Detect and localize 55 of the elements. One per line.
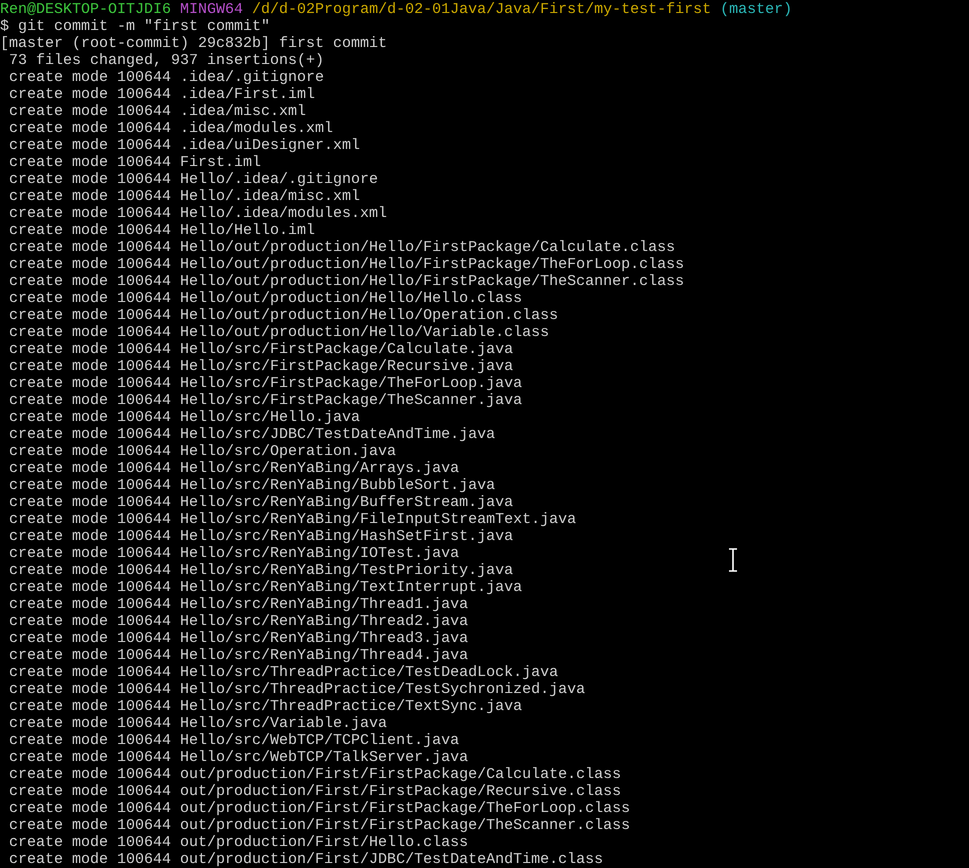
- output-line: create mode 100644 Hello/src/RenYaBing/Thread1.java: [9, 596, 468, 613]
- prompt-path: /d/d-02Program/d-02-01Java/Java/First/my-test-first: [252, 1, 712, 18]
- output-line: create mode 100644 Hello/src/FirstPackage/Calculate.java: [9, 341, 514, 358]
- command-line: $ git commit -m "first commit": [0, 18, 270, 35]
- output-line: create mode 100644 Hello/out/production/Hello/FirstPackage/Calculate.class: [9, 239, 676, 256]
- output-line: create mode 100644 Hello/src/FirstPackage/TheScanner.java: [9, 392, 522, 409]
- output-line: create mode 100644 Hello/.idea/.gitignore: [9, 171, 378, 188]
- output-line: create mode 100644 Hello/src/FirstPackage/Recursive.java: [9, 358, 514, 375]
- output-line: create mode 100644 out/production/First/FirstPackage/TheScanner.class: [9, 817, 630, 834]
- prompt-user-host: Ren@DESKTOP-OITJDI6: [0, 1, 172, 18]
- output-line: create mode 100644 .idea/misc.xml: [9, 103, 306, 120]
- output-line: create mode 100644 Hello/src/RenYaBing/Thread3.java: [9, 630, 468, 647]
- output-line: create mode 100644 Hello/src/RenYaBing/Thread2.java: [9, 613, 468, 630]
- output-line: 73 files changed, 937 insertions(+): [9, 52, 324, 69]
- prompt-shell: MINGW64: [180, 1, 244, 18]
- output-line: create mode 100644 Hello/src/Hello.java: [9, 409, 360, 426]
- output-line: create mode 100644 Hello/src/RenYaBing/FileInputStreamText.java: [9, 511, 576, 528]
- output-line: create mode 100644 .idea/modules.xml: [9, 120, 334, 137]
- output-line: [master (root-commit) 29c832b] first commit: [0, 35, 388, 52]
- output-line: create mode 100644 Hello/src/RenYaBing/TestPriority.java: [9, 562, 514, 579]
- output-line: create mode 100644 Hello/src/WebTCP/TCPClient.java: [9, 732, 460, 749]
- output-line: create mode 100644 out/production/First/FirstPackage/Calculate.class: [9, 766, 622, 783]
- prompt-branch: (master): [720, 1, 792, 18]
- output-line: create mode 100644 Hello/src/JDBC/TestDateAndTime.java: [9, 426, 496, 443]
- output-line: create mode 100644 Hello/out/production/Hello/Operation.class: [9, 307, 558, 324]
- output-line: create mode 100644 Hello/src/RenYaBing/HashSetFirst.java: [9, 528, 514, 545]
- output-line: create mode 100644 Hello/src/Operation.java: [9, 443, 396, 460]
- output-line: create mode 100644 out/production/First/FirstPackage/Recursive.class: [9, 783, 622, 800]
- output-line: create mode 100644 Hello/src/FirstPackage/TheForLoop.java: [9, 375, 522, 392]
- output-line: create mode 100644 Hello/out/production/Hello/Hello.class: [9, 290, 522, 307]
- output-line: create mode 100644 Hello/src/RenYaBing/Arrays.java: [9, 460, 460, 477]
- output-line: create mode 100644 Hello/src/RenYaBing/BufferStream.java: [9, 494, 514, 511]
- output-line: create mode 100644 Hello/src/ThreadPractice/TextSync.java: [9, 698, 522, 715]
- output-line: create mode 100644 Hello/out/production/Hello/Variable.class: [9, 324, 550, 341]
- output-line: create mode 100644 Hello/out/production/Hello/FirstPackage/TheScanner.class: [9, 273, 684, 290]
- output-line: create mode 100644 Hello/src/Variable.java: [9, 715, 388, 732]
- output-line: create mode 100644 Hello/src/RenYaBing/Thread4.java: [9, 647, 468, 664]
- output-line: create mode 100644 out/production/First/FirstPackage/TheForLoop.class: [9, 800, 630, 817]
- output-line: create mode 100644 Hello/src/RenYaBing/TextInterrupt.java: [9, 579, 522, 596]
- output-line: create mode 100644 First.iml: [9, 154, 262, 171]
- output-line: create mode 100644 .idea/First.iml: [9, 86, 316, 103]
- output-line: create mode 100644 Hello/Hello.iml: [9, 222, 316, 239]
- output-line: create mode 100644 out/production/First/JDBC/TestDateAndTime.class: [9, 851, 604, 868]
- output-line: create mode 100644 Hello/src/ThreadPractice/TestDeadLock.java: [9, 664, 558, 681]
- output-line: create mode 100644 .idea/uiDesigner.xml: [9, 137, 360, 154]
- output-line: create mode 100644 Hello/src/ThreadPractice/TestSychronized.java: [9, 681, 586, 698]
- output-line: create mode 100644 .idea/.gitignore: [9, 69, 324, 86]
- output-line: create mode 100644 Hello/src/WebTCP/TalkServer.java: [9, 749, 468, 766]
- output-line: create mode 100644 Hello/src/RenYaBing/BubbleSort.java: [9, 477, 496, 494]
- output-line: create mode 100644 Hello/.idea/modules.xml: [9, 205, 388, 222]
- output-line: create mode 100644 Hello/out/production/Hello/FirstPackage/TheForLoop.class: [9, 256, 684, 273]
- output-line: create mode 100644 out/production/First/Hello.class: [9, 834, 468, 851]
- output-line: create mode 100644 Hello/src/RenYaBing/IOTest.java: [9, 545, 460, 562]
- output-line: create mode 100644 Hello/.idea/misc.xml: [9, 188, 360, 205]
- text-cursor-icon: [727, 548, 739, 572]
